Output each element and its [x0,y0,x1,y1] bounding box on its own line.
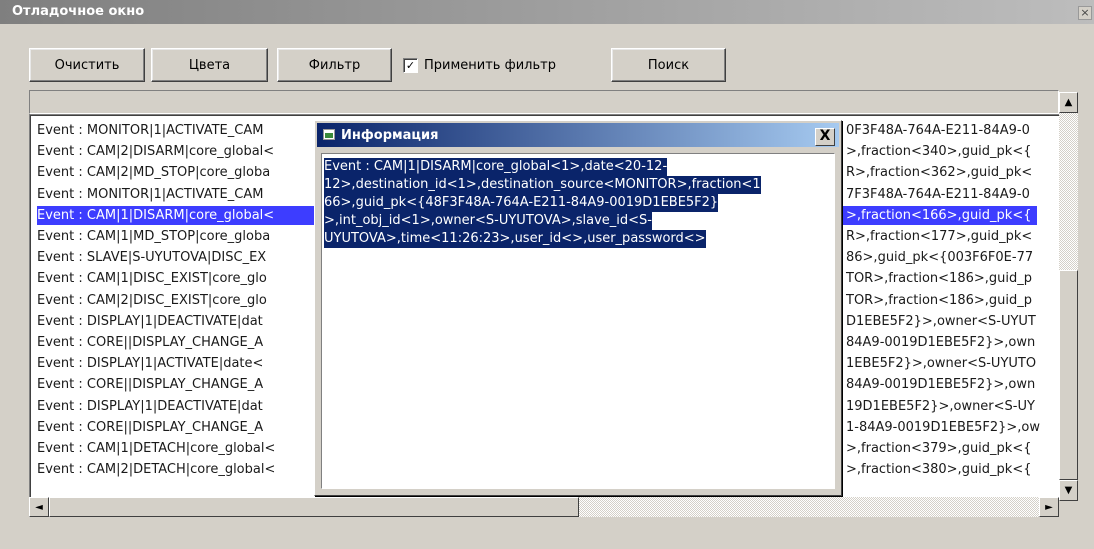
table-row-right-fragment[interactable]: 0F3F48A-764A-E211-84A9-0 [846,121,1030,140]
info-dialog-close-button[interactable]: X [815,128,835,146]
info-dialog-text-line[interactable]: 66>,guid_pk<{48F3F48A-764A-E211-84A9-001… [324,194,719,212]
scroll-up-icon[interactable]: ▲ [1059,92,1078,113]
window-title: Отладочное окно [12,4,145,19]
info-dialog-title: Информация [341,128,439,143]
vertical-scrollbar[interactable]: ▲ ▼ [1059,92,1078,522]
table-row[interactable]: Event : CORE||DISPLAY_CHANGE_A [37,418,263,437]
search-button[interactable]: Поиск [611,48,726,82]
table-row[interactable]: Event : DISPLAY|1|DEACTIVATE|dat [37,312,263,331]
table-row-right-fragment[interactable]: TOR>,fraction<186>,guid_p [846,269,1032,288]
table-row[interactable]: Event : MONITOR|1|ACTIVATE_CAM [37,121,263,140]
table-row-right-fragment[interactable]: 19D1EBE5F2}>,owner<S-UY [846,397,1035,416]
horizontal-scrollbar[interactable]: ◄ ► [29,497,1059,517]
filter-input[interactable] [29,90,1059,114]
info-dialog-text-line[interactable]: >,int_obj_id<1>,owner<S-UYUTOVA>,slave_i… [324,212,652,230]
vertical-scroll-thumb[interactable] [1059,270,1078,480]
info-dialog-titlebar[interactable]: Информация X [317,123,839,147]
table-row-right-fragment[interactable]: >,fraction<380>,guid_pk<{ [846,460,1032,479]
window-icon [323,129,335,140]
scroll-right-icon[interactable]: ► [1039,497,1059,517]
scroll-left-icon[interactable]: ◄ [29,497,49,517]
table-row-right-fragment[interactable]: R>,fraction<362>,guid_pk< [846,163,1032,182]
table-row-right-fragment[interactable]: 84A9-0019D1EBE5F2}>,own [846,333,1035,352]
table-row[interactable]: Event : SLAVE|S-UYUTOVA|DISC_EX [37,248,266,267]
table-row[interactable]: Event : CAM|1|MD_STOP|core_globa [37,227,270,246]
table-row-right-fragment[interactable]: D1EBE5F2}>,owner<S-UYUT [846,312,1036,331]
table-row[interactable]: Event : CAM|2|DETACH|core_global< [37,460,275,479]
filter-button[interactable]: Фильтр [277,48,392,82]
table-row-right-fragment[interactable]: 84A9-0019D1EBE5F2}>,own [846,375,1035,394]
window-close-button[interactable]: × [1078,6,1092,20]
table-row[interactable]: Event : MONITOR|1|ACTIVATE_CAM [37,185,263,204]
colors-button[interactable]: Цвета [151,48,268,82]
table-row-right-fragment[interactable]: >,fraction<340>,guid_pk<{ [846,142,1032,161]
table-row[interactable]: Event : CAM|2|MD_STOP|core_globa [37,163,270,182]
window-titlebar: Отладочное окно × [0,0,1094,24]
table-row-right-fragment[interactable]: 1-84A9-0019D1EBE5F2}>,ow [846,418,1040,437]
table-row-right-fragment[interactable]: TOR>,fraction<186>,guid_p [846,291,1032,310]
info-dialog: Информация X Event : CAM|1|DISARM|core_g… [314,120,842,496]
info-dialog-text-area[interactable]: Event : CAM|1|DISARM|core_global<1>,date… [321,153,835,489]
table-row-right-fragment[interactable]: 1EBE5F2}>,owner<S-UYUTO [846,354,1036,373]
table-row-right-fragment[interactable]: R>,fraction<177>,guid_pk< [846,227,1032,246]
table-row-right-fragment[interactable]: 86>,guid_pk<{003F6F0E-77 [846,248,1033,267]
apply-filter-checkbox[interactable]: ✓ Применить фильтр [403,58,556,73]
scroll-down-icon[interactable]: ▼ [1059,480,1078,501]
table-row[interactable]: Event : CORE||DISPLAY_CHANGE_A [37,333,263,352]
table-row[interactable]: Event : CAM|2|DISARM|core_global< [37,142,274,161]
table-row[interactable]: Event : CAM|1|DETACH|core_global< [37,439,275,458]
table-row[interactable]: Event : DISPLAY|1|DEACTIVATE|dat [37,397,263,416]
info-dialog-text-line[interactable]: UYUTOVA>,time<11:26:23>,user_id<>,user_p… [324,230,706,248]
horizontal-scroll-thumb[interactable] [49,497,579,517]
clear-button[interactable]: Очистить [29,48,145,82]
info-dialog-text-line[interactable]: Event : CAM|1|DISARM|core_global<1>,date… [324,158,668,176]
apply-filter-label: Применить фильтр [424,58,556,73]
info-dialog-text-line[interactable]: 12>,destination_id<1>,destination_source… [324,176,761,194]
table-row-right-fragment[interactable]: 7F3F48A-764A-E211-84A9-0 [846,185,1030,204]
table-row[interactable]: Event : CORE||DISPLAY_CHANGE_A [37,375,263,394]
checkbox-check-icon[interactable]: ✓ [403,58,418,73]
table-row[interactable]: Event : DISPLAY|1|ACTIVATE|date< [37,354,263,373]
table-row[interactable]: Event : CAM|1|DISC_EXIST|core_glo [37,269,267,288]
table-row-right-fragment[interactable]: >,fraction<379>,guid_pk<{ [846,439,1032,458]
table-row[interactable]: Event : CAM|2|DISC_EXIST|core_glo [37,291,267,310]
table-row-right-fragment[interactable]: >,fraction<166>,guid_pk<{ [846,206,1032,225]
